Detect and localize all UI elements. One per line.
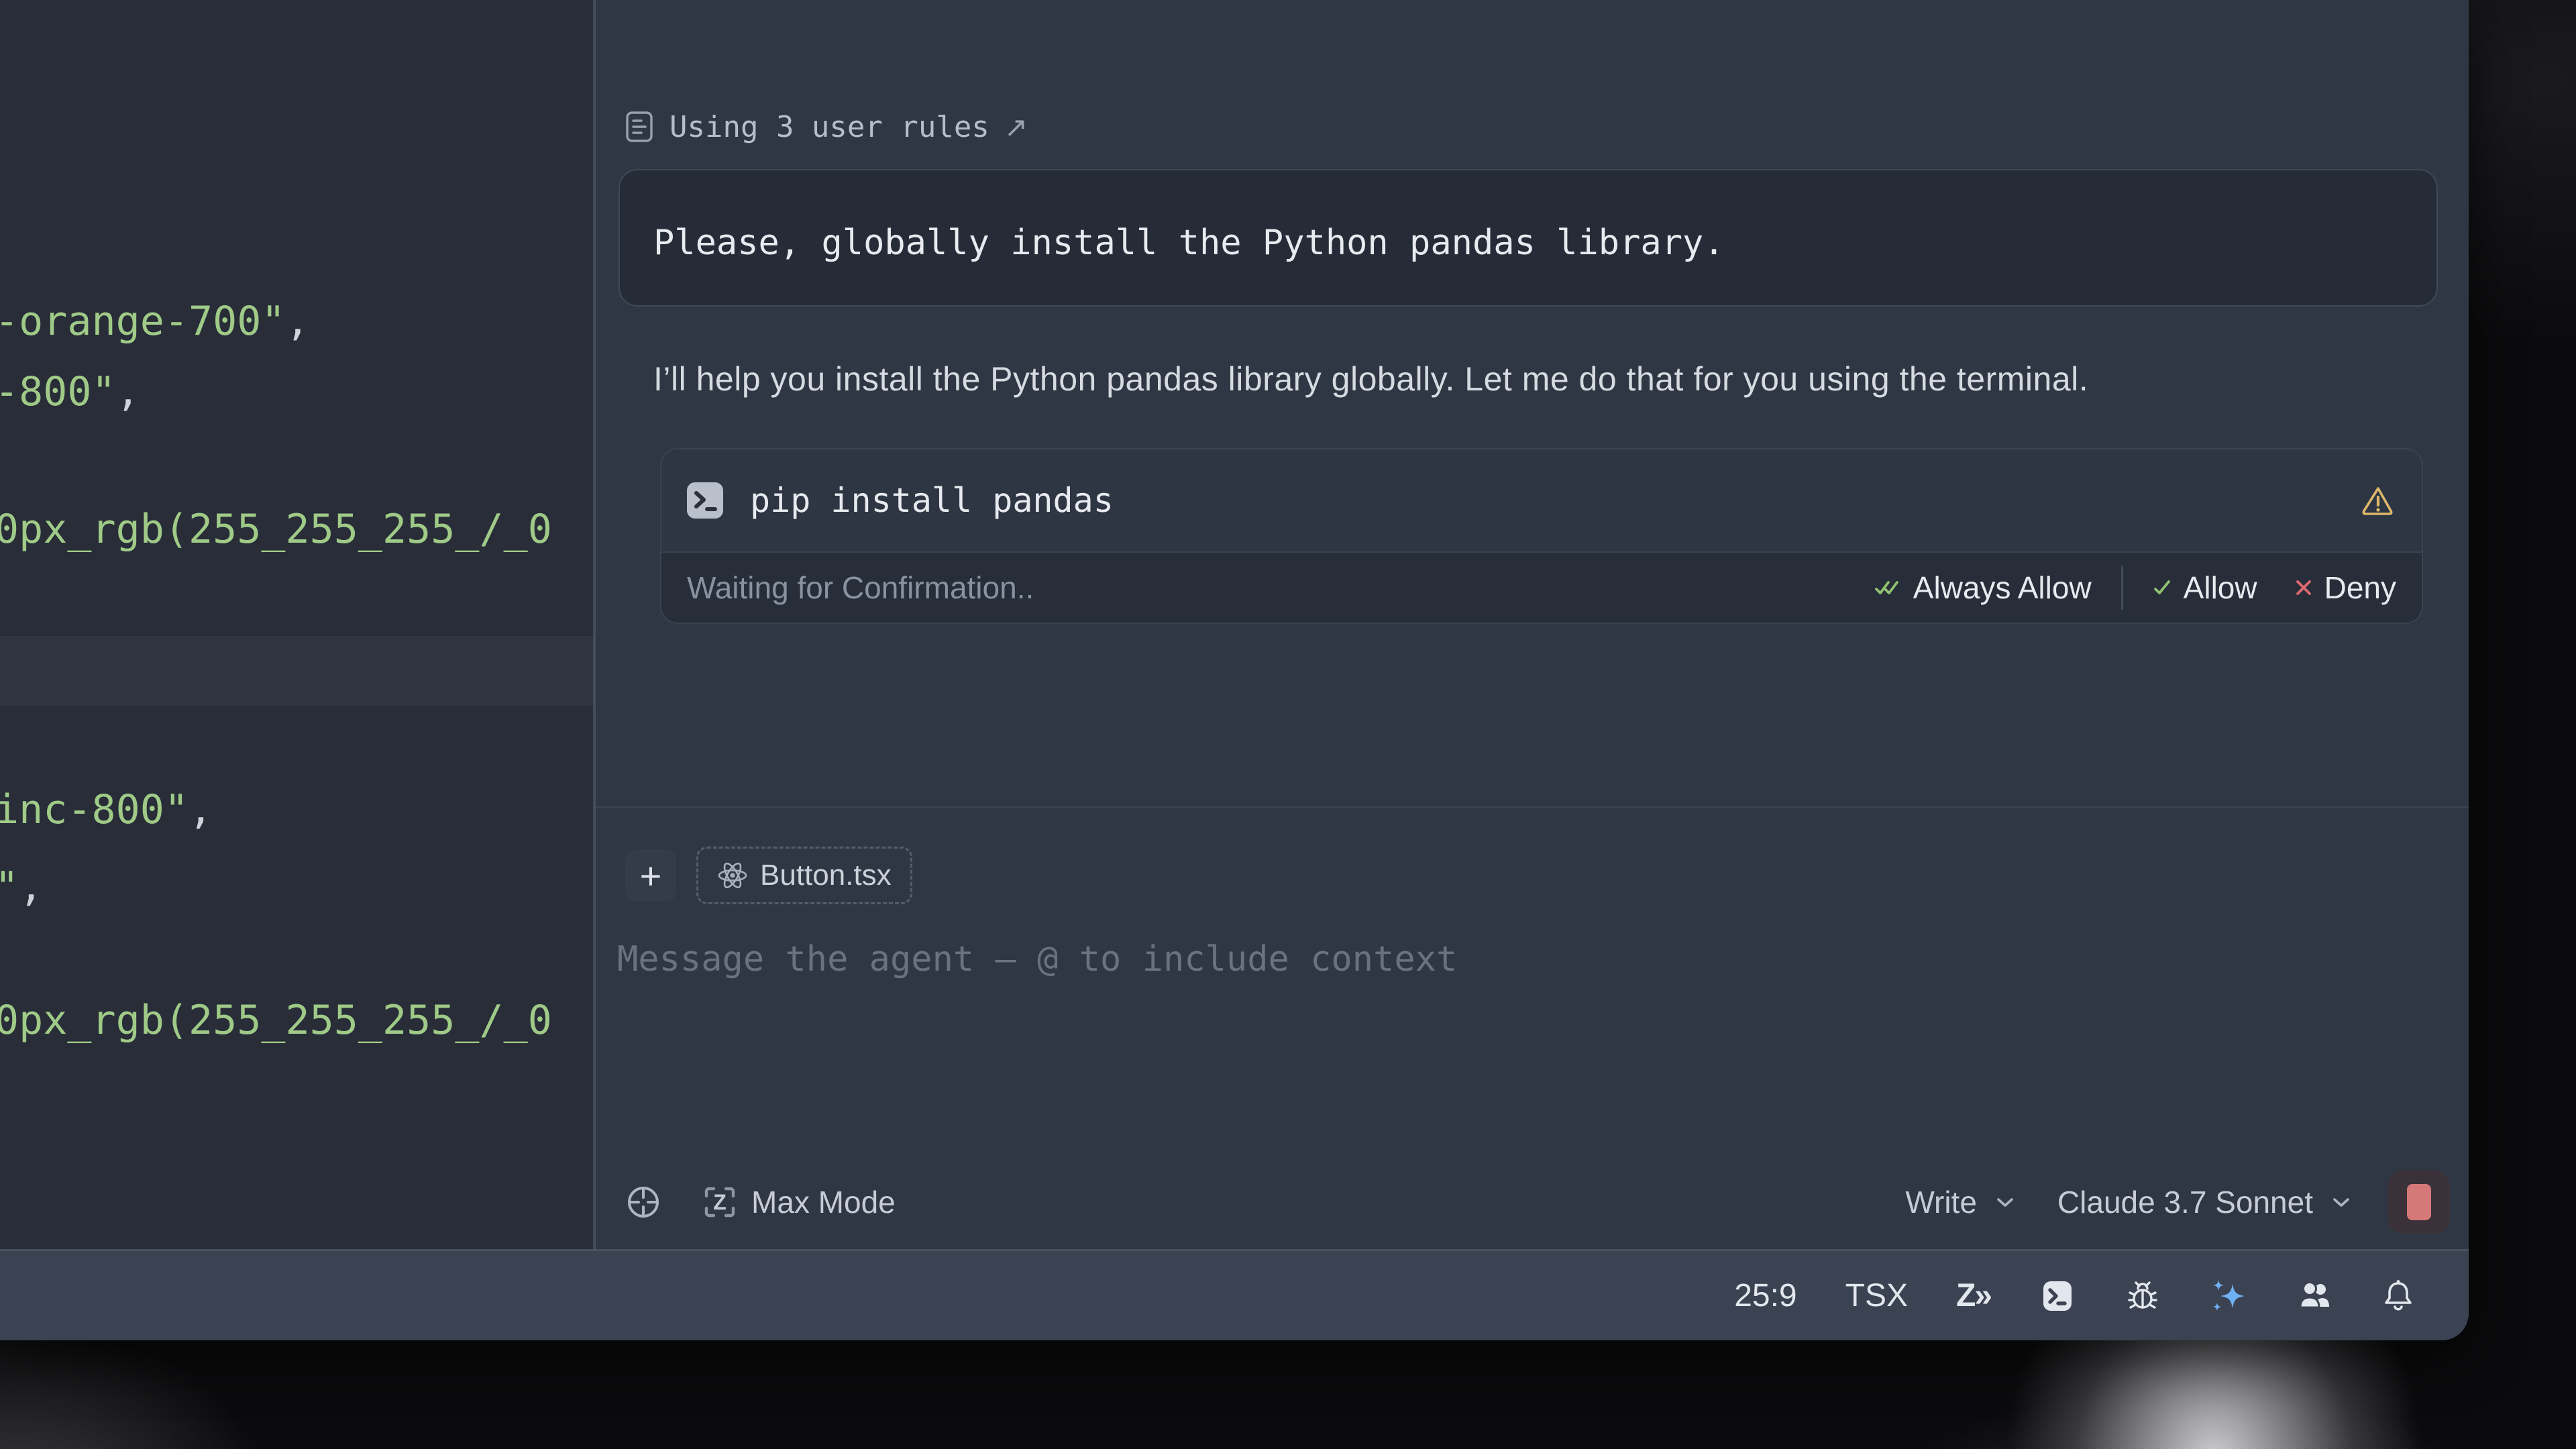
model-label: Claude 3.7 Sonnet — [2057, 1184, 2313, 1220]
user-message-bubble[interactable]: Please, globally install the Python pand… — [619, 169, 2438, 307]
command-text: pip install pandas — [750, 481, 2333, 520]
mode-label: Write — [1905, 1184, 1977, 1220]
deny-button[interactable]: Deny — [2295, 570, 2396, 606]
code-string: inc-800" — [0, 786, 189, 833]
deny-label: Deny — [2324, 570, 2396, 606]
allow-label: Allow — [2184, 570, 2257, 606]
user-rules-link[interactable]: Using 3 user rules ↗ — [624, 107, 1028, 146]
accounts-icon[interactable] — [2296, 1277, 2333, 1315]
code-string: -orange-700" — [0, 298, 285, 345]
context-file-label: Button.tsx — [760, 859, 892, 892]
code-line: 0px_rgb(255_255_255_/_0 — [0, 1000, 552, 1041]
highlighted-line-band — [0, 636, 593, 706]
max-mode-toggle[interactable]: Z Max Mode — [702, 1184, 896, 1220]
language-mode[interactable]: TSX — [1845, 1277, 1908, 1314]
code-punct: , — [116, 368, 140, 415]
stop-generation-button[interactable] — [2388, 1171, 2450, 1234]
code-string: 0px_rgb(255_255_255_/_0 — [0, 997, 552, 1044]
ide-window: -orange-700", -800", 0px_rgb(255_255_255… — [0, 0, 2469, 1340]
chevron-down-icon — [2332, 1195, 2351, 1209]
input-area-divider — [596, 806, 2469, 808]
code-string: 0px_rgb(255_255_255_/_0 — [0, 506, 552, 553]
assistant-message-text: I’ll help you install the Python pandas … — [653, 358, 2411, 400]
code-line: inc-800", — [0, 789, 213, 830]
x-icon — [2295, 579, 2312, 596]
waiting-status-text: Waiting for Confirmation.. — [687, 570, 1034, 606]
desktop: -orange-700", -800", 0px_rgb(255_255_255… — [0, 0, 2576, 1449]
code-punct: , — [189, 786, 213, 833]
react-icon — [717, 860, 748, 891]
mode-dropdown[interactable]: Write — [1905, 1184, 2015, 1220]
status-bar: 25:9 TSX Z» — [0, 1249, 2469, 1340]
z-chevrons-icon[interactable]: Z» — [1956, 1277, 1991, 1314]
debug-icon[interactable] — [2124, 1277, 2161, 1315]
plus-icon: + — [640, 854, 662, 898]
code-line: ", — [0, 866, 43, 908]
code-line: -orange-700", — [0, 301, 310, 342]
terminal-status-icon[interactable] — [2039, 1278, 2076, 1314]
globe-icon[interactable] — [625, 1184, 661, 1220]
confirmation-row: Waiting for Confirmation.. Always Allow — [661, 551, 2422, 623]
add-context-button[interactable]: + — [625, 849, 676, 902]
stop-icon — [2407, 1184, 2431, 1220]
terminal-icon — [687, 482, 723, 519]
message-input[interactable]: Message the agent — @ to include context — [617, 939, 1457, 979]
max-mode-label: Max Mode — [751, 1184, 896, 1220]
code-punct: , — [285, 298, 309, 345]
code-string: " — [0, 863, 19, 910]
check-icon — [2153, 578, 2171, 597]
user-rules-doc-icon — [624, 109, 655, 144]
arrow-up-right-icon: ↗ — [1004, 111, 1028, 144]
agent-chat-panel: Using 3 user rules ↗ Please, globally in… — [596, 0, 2469, 1249]
code-line: 0px_rgb(255_255_255_/_0 — [0, 508, 552, 550]
context-file-chip[interactable]: Button.tsx — [696, 847, 912, 904]
code-editor-pane[interactable]: -orange-700", -800", 0px_rgb(255_255_255… — [0, 0, 593, 1249]
always-allow-button[interactable]: Always Allow — [1874, 570, 2092, 606]
user-rules-label: Using 3 user rules — [669, 110, 989, 144]
max-mode-icon: Z — [702, 1184, 738, 1220]
terminal-command-card: pip install pandas Waiting for Confirmat… — [660, 448, 2423, 624]
code-string: -800" — [0, 368, 116, 415]
button-separator — [2121, 566, 2123, 610]
warning-icon — [2360, 484, 2396, 517]
always-allow-label: Always Allow — [1913, 570, 2092, 606]
code-line: -800", — [0, 371, 140, 413]
code-punct: , — [19, 863, 43, 910]
double-check-icon — [1874, 578, 1901, 597]
user-message-text: Please, globally install the Python pand… — [653, 223, 2403, 263]
allow-button[interactable]: Allow — [2153, 570, 2257, 606]
svg-text:Z: Z — [713, 1190, 727, 1214]
chevron-down-icon — [1996, 1195, 2015, 1209]
command-row[interactable]: pip install pandas — [661, 449, 2422, 551]
cursor-position[interactable]: 25:9 — [1734, 1277, 1796, 1314]
composer-controls: Z Max Mode Write Claud — [625, 1163, 2450, 1241]
model-dropdown[interactable]: Claude 3.7 Sonnet — [2057, 1184, 2351, 1220]
sparkles-icon[interactable] — [2210, 1277, 2247, 1315]
bell-icon[interactable] — [2381, 1277, 2415, 1315]
